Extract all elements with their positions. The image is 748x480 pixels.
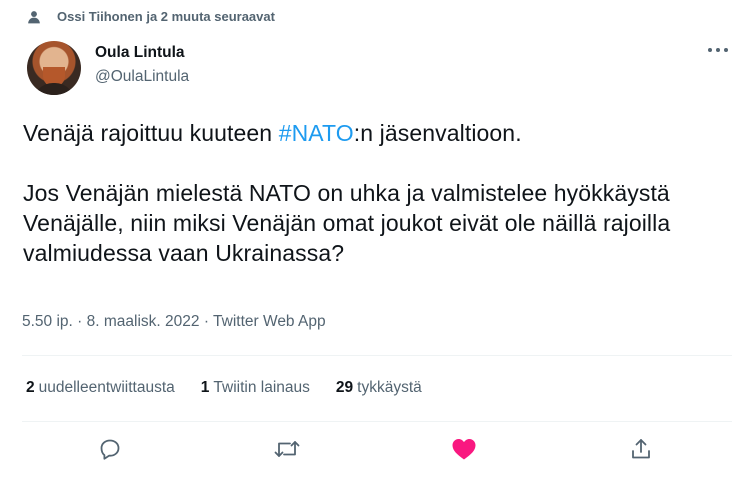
divider xyxy=(22,421,732,422)
quotes-label: Twiitin lainaus xyxy=(213,379,310,396)
action-bar xyxy=(0,434,748,468)
more-icon xyxy=(708,48,728,52)
quotes-stat[interactable]: 1 Twiitin lainaus xyxy=(201,379,310,397)
divider xyxy=(22,355,732,356)
tweet-paragraph-2: Jos Venäjän mielestä NATO on uhka ja val… xyxy=(23,180,671,266)
retweet-icon xyxy=(274,441,300,457)
tweet-stats: 2 uudelleentwiittausta 1 Twiitin lainaus 2… xyxy=(26,379,448,397)
reply-button[interactable] xyxy=(95,434,125,464)
tweet-text: Venäjä rajoittuu kuuteen #NATO:n jäsenva… xyxy=(23,118,723,268)
user-handle[interactable]: @OulaLintula xyxy=(95,67,189,86)
share-icon xyxy=(632,439,650,459)
social-context-text[interactable]: Ossi Tiihonen ja 2 muuta seuraavat xyxy=(57,9,275,24)
user-names: Oula Lintula @OulaLintula xyxy=(95,43,189,86)
like-button[interactable] xyxy=(449,434,479,464)
share-button[interactable] xyxy=(626,434,656,464)
meta-separator: · xyxy=(199,313,214,330)
display-name[interactable]: Oula Lintula xyxy=(95,43,189,62)
social-context: Ossi Tiihonen ja 2 muuta seuraavat xyxy=(27,9,275,24)
tweet-meta: 5.50 ip. · 8. maalisk. 2022 · Twitter We… xyxy=(22,313,326,331)
tweet-text-part: Venäjä rajoittuu kuuteen xyxy=(23,120,279,146)
likes-stat[interactable]: 29 tykkäystä xyxy=(336,379,422,397)
quotes-count: 1 xyxy=(200,379,210,396)
retweets-label: uudelleentwiittausta xyxy=(38,379,175,396)
hashtag-link[interactable]: #NATO xyxy=(279,120,354,146)
meta-separator: · xyxy=(72,313,87,330)
tweet-text-part: :n jäsenvaltioon. xyxy=(353,120,522,146)
tweet-paragraph-1: Venäjä rajoittuu kuuteen #NATO:n jäsenva… xyxy=(23,118,723,148)
likes-count: 29 xyxy=(335,379,354,396)
retweet-button[interactable] xyxy=(272,434,302,464)
tweet-time[interactable]: 5.50 ip. xyxy=(22,313,73,330)
person-icon xyxy=(28,10,40,23)
reply-icon xyxy=(100,439,120,460)
retweets-count: 2 xyxy=(26,379,35,396)
tweet-source[interactable]: Twitter Web App xyxy=(213,313,326,330)
tweet-date[interactable]: 8. maalisk. 2022 xyxy=(87,313,200,330)
heart-icon xyxy=(452,439,476,460)
retweets-stat[interactable]: 2 uudelleentwiittausta xyxy=(26,379,175,397)
likes-label: tykkäystä xyxy=(357,379,422,396)
more-options-button[interactable] xyxy=(704,40,732,60)
avatar[interactable] xyxy=(27,41,81,95)
